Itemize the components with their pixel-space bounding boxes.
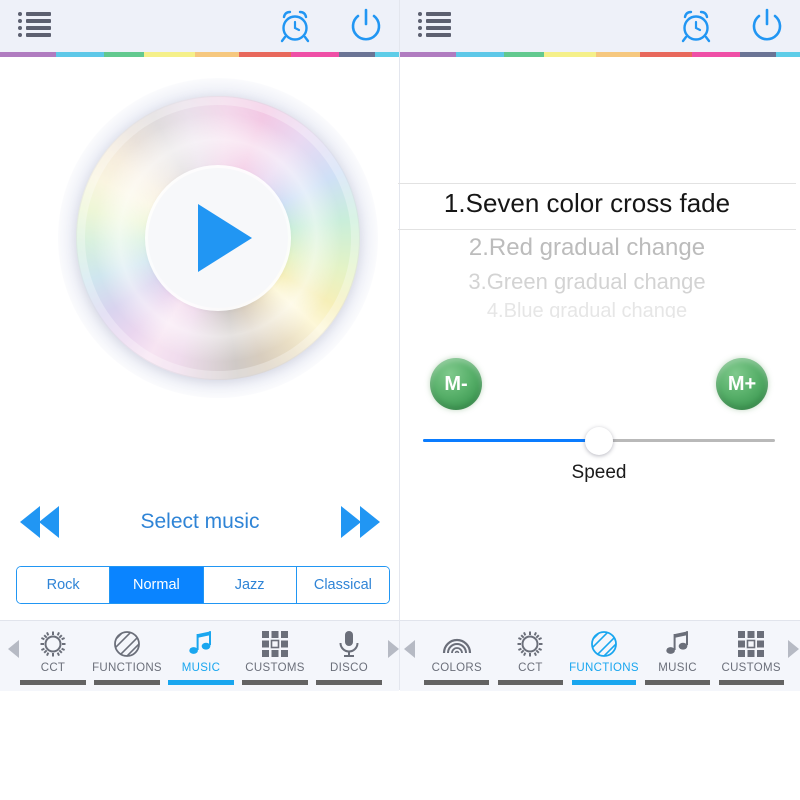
tab-music[interactable]: MUSIC	[641, 621, 715, 691]
right-topbar	[400, 0, 800, 52]
genre-option-jazz[interactable]: Jazz	[203, 567, 297, 603]
tab-underline	[20, 680, 86, 685]
tab-underline	[571, 680, 637, 685]
tab-label: CCT	[40, 662, 66, 674]
right-tabbar: COLORS CCT FUNCTIONS MUSIC CUSTOMS	[400, 620, 800, 691]
tab-label: DISCO	[330, 662, 368, 674]
tab-customs[interactable]: CUSTOMS	[238, 621, 312, 691]
slider-knob[interactable]	[585, 427, 613, 455]
genre-option-classical[interactable]: Classical	[296, 567, 389, 603]
select-music-label: Select music	[140, 510, 260, 533]
tab-label: FUNCTIONS	[92, 662, 162, 674]
tab-cct[interactable]: CCT	[16, 621, 90, 691]
tab-label: CUSTOMS	[245, 662, 305, 674]
microphone-icon	[334, 627, 364, 661]
tab-underline	[645, 680, 710, 685]
right-panel	[400, 0, 800, 690]
speed-slider[interactable]	[423, 427, 775, 455]
slider-fill	[423, 439, 599, 442]
music-note-icon	[186, 627, 216, 661]
grid-icon	[736, 627, 766, 661]
mode-minus-button[interactable]: M-	[430, 358, 482, 410]
power-icon[interactable]	[748, 7, 786, 45]
tab-underline	[168, 680, 234, 685]
tab-underline	[424, 680, 490, 685]
tab-underline	[242, 680, 308, 685]
previous-track-button[interactable]	[20, 506, 59, 538]
tabbar-scroll-right-icon[interactable]	[388, 640, 399, 658]
power-icon[interactable]	[347, 7, 385, 45]
panel-divider	[399, 0, 400, 690]
music-note-icon	[663, 627, 693, 661]
mode-item-selected[interactable]: 1.Seven color cross fade	[398, 188, 776, 219]
rainbow-strip-right	[400, 52, 800, 57]
tab-underline	[94, 680, 160, 685]
tab-label: COLORS	[431, 662, 482, 674]
sun-icon	[515, 627, 545, 661]
play-icon	[198, 204, 252, 272]
tab-music[interactable]: MUSIC	[164, 621, 238, 691]
tab-label: CCT	[518, 662, 543, 674]
tab-functions[interactable]: FUNCTIONS	[567, 621, 641, 691]
tab-disco[interactable]: DISCO	[312, 621, 386, 691]
music-disc[interactable]	[58, 78, 378, 398]
mode-plus-button[interactable]: M+	[716, 358, 768, 410]
genre-option-normal[interactable]: Normal	[110, 567, 204, 603]
tab-cct[interactable]: CCT	[494, 621, 568, 691]
tab-underline	[498, 680, 563, 685]
mode-item[interactable]: 4.Blue gradual change	[398, 300, 776, 318]
left-topbar	[0, 0, 399, 52]
alarm-clock-icon[interactable]	[677, 7, 715, 45]
tab-customs[interactable]: CUSTOMS	[714, 621, 788, 691]
speed-label: Speed	[571, 462, 627, 483]
mode-item[interactable]: 2.Red gradual change	[398, 234, 776, 262]
rainbow-icon	[442, 627, 472, 661]
tab-label: CUSTOMS	[721, 662, 781, 674]
mode-picker[interactable]: 1.Seven color cross fade 2.Red gradual c…	[398, 183, 798, 318]
picker-divider-bottom	[398, 229, 796, 230]
tabbar-scroll-right-icon[interactable]	[788, 640, 799, 658]
tabbar-scroll-left-icon[interactable]	[8, 640, 19, 658]
picker-divider-top	[398, 183, 796, 184]
music-nav: Select music	[20, 497, 380, 547]
tab-colors[interactable]: COLORS	[420, 621, 494, 691]
alarm-clock-icon[interactable]	[276, 7, 314, 45]
tabbar-scroll-left-icon[interactable]	[404, 640, 415, 658]
left-panel: Select music Rock Normal Jazz Classical	[0, 0, 399, 690]
striped-circle-icon	[589, 627, 619, 661]
tab-label: MUSIC	[658, 662, 697, 674]
tab-underline	[718, 680, 784, 685]
next-track-button[interactable]	[340, 506, 380, 538]
rainbow-strip-left	[0, 52, 399, 57]
tab-label: MUSIC	[181, 662, 221, 674]
tab-functions[interactable]: FUNCTIONS	[90, 621, 164, 691]
tab-underline	[316, 680, 382, 685]
grid-icon	[260, 627, 290, 661]
left-tabbar: CCT FUNCTIONS MUSIC CUSTOMS DISCO	[0, 620, 399, 691]
app-screen: Select music Rock Normal Jazz Classical	[0, 0, 800, 800]
genre-segmented-control[interactable]: Rock Normal Jazz Classical	[16, 566, 390, 604]
menu-icon[interactable]	[18, 12, 52, 40]
sun-icon	[38, 627, 68, 661]
striped-circle-icon	[112, 627, 142, 661]
tab-label: FUNCTIONS	[569, 662, 639, 674]
mode-item[interactable]: 3.Green gradual change	[398, 269, 776, 295]
genre-option-rock[interactable]: Rock	[17, 567, 111, 603]
menu-icon[interactable]	[418, 12, 452, 40]
play-button[interactable]	[148, 168, 288, 308]
